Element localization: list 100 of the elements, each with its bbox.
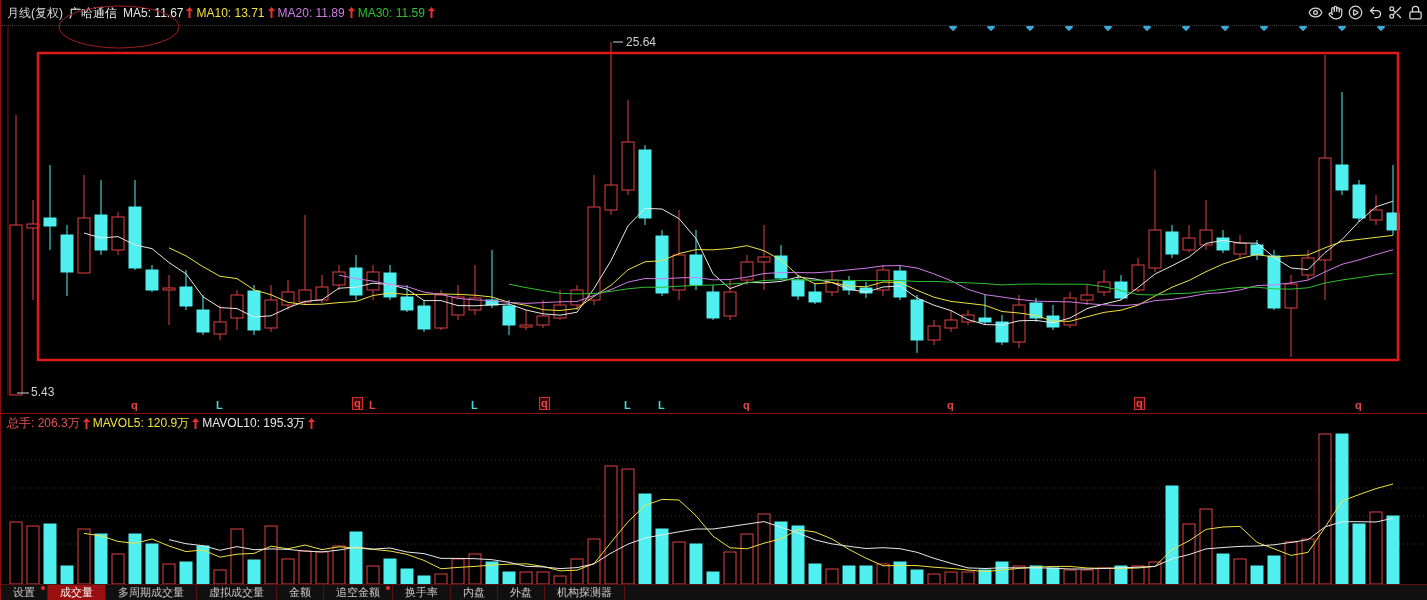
- candlestick: [366, 264, 380, 301]
- candlestick: [995, 314, 1009, 346]
- leader-line: [16, 392, 30, 394]
- candlestick: [179, 269, 193, 311]
- candlestick: [740, 254, 754, 286]
- diamond-marker: [1103, 26, 1113, 32]
- candlestick: [808, 282, 822, 305]
- candlestick: [519, 309, 533, 331]
- candlestick: [944, 309, 958, 333]
- low-price-label: 5.43: [31, 385, 55, 396]
- volume-value: 总手: 206.3万: [7, 415, 80, 432]
- candlestick: [468, 264, 482, 316]
- diamond-marker: [948, 26, 958, 32]
- candlestick: [1301, 249, 1315, 281]
- candlestick: [111, 211, 125, 256]
- moving-average-value: MA5: 11.67: [123, 4, 184, 22]
- signal-mark: L: [624, 398, 631, 413]
- candlestick: [1216, 229, 1230, 254]
- candlestick: [315, 274, 329, 304]
- indicator-tab[interactable]: 外盘: [498, 585, 545, 600]
- candlestick: [162, 274, 176, 326]
- lock-icon[interactable]: [1408, 5, 1423, 20]
- candlestick: [400, 284, 414, 313]
- candlestick: [230, 289, 244, 331]
- candlestick: [1369, 194, 1383, 226]
- stock-name: 广哈通信: [69, 4, 117, 22]
- moving-average-value: MA10: 13.71: [196, 4, 265, 22]
- indicator-tab[interactable]: 成交量: [48, 585, 106, 600]
- diamond-marker: [1259, 26, 1269, 32]
- candlestick: [383, 264, 397, 301]
- indicator-tab[interactable]: 金额: [277, 585, 324, 600]
- candlestick: [1063, 291, 1077, 329]
- candlestick: [1199, 199, 1213, 251]
- diamond-marker: [1025, 26, 1035, 32]
- signal-mark: L: [216, 398, 223, 413]
- high-price-label: 25.64: [626, 35, 657, 49]
- candlestick: [842, 275, 856, 296]
- signal-mark: L: [658, 398, 665, 413]
- candlestick: [1165, 224, 1179, 259]
- candlestick: [978, 294, 992, 326]
- diamond-marker: [1337, 26, 1347, 32]
- signal-mark: q: [539, 397, 550, 410]
- signal-mark: q: [1134, 397, 1145, 410]
- candlestick: [961, 309, 975, 326]
- hand-icon[interactable]: [1328, 5, 1343, 20]
- candlestick: [332, 264, 346, 291]
- candlestick: [247, 284, 261, 336]
- candlestick: [1131, 257, 1145, 293]
- candlestick: [1386, 164, 1400, 236]
- candlestick: [502, 299, 516, 336]
- indicator-tab[interactable]: 换手率: [393, 585, 451, 600]
- candlestick: [825, 269, 839, 297]
- signal-mark: q: [352, 397, 363, 410]
- candlestick: [1097, 269, 1111, 297]
- candlestick: [1012, 294, 1026, 349]
- volume-value: MAVOL5: 120.9万: [92, 415, 190, 432]
- moving-average-value: MA20: 11.89: [277, 4, 345, 22]
- eye-icon[interactable]: [1308, 5, 1323, 20]
- candlestick: [553, 289, 567, 321]
- diamond-marker: [1298, 26, 1308, 32]
- candlestick: [689, 229, 703, 291]
- candlestick: [706, 284, 720, 321]
- candlestick: [451, 284, 465, 321]
- candlestick: [349, 254, 363, 301]
- indicator-tab[interactable]: 虚拟成交量: [197, 585, 277, 600]
- diamond-marker: [986, 26, 996, 32]
- candlestick: [893, 264, 907, 301]
- candlestick: [417, 299, 431, 333]
- candlestick: [723, 279, 737, 321]
- candlestick: [1029, 297, 1043, 323]
- play-icon[interactable]: [1348, 5, 1363, 20]
- candlestick: [485, 249, 499, 309]
- signal-mark: L: [369, 398, 376, 413]
- indicator-tab[interactable]: 追空金额: [324, 585, 393, 600]
- candlestick: [1080, 284, 1094, 306]
- indicator-tab[interactable]: 多周期成交量: [106, 585, 197, 600]
- diamond-marker: [1064, 26, 1074, 32]
- indicator-tab[interactable]: 内盘: [451, 585, 498, 600]
- undo-icon[interactable]: [1368, 5, 1383, 20]
- diamond-marker: [1376, 26, 1386, 32]
- moving-average-value: MA30: 11.59: [357, 4, 425, 22]
- candlestick: [1352, 179, 1366, 223]
- candlestick: [757, 224, 771, 291]
- candlestick: [196, 294, 210, 336]
- signal-mark: q: [1355, 398, 1362, 413]
- signal-mark: q: [743, 398, 750, 413]
- candlestick: [434, 289, 448, 331]
- scissors-icon[interactable]: [1388, 5, 1403, 20]
- candlestick: [213, 304, 227, 341]
- candlestick: [281, 279, 295, 311]
- candlestick: [774, 244, 788, 281]
- candlestick: [859, 281, 873, 299]
- candlestick: [1233, 234, 1247, 259]
- candlestick: [1182, 224, 1196, 253]
- candlestick: [145, 264, 159, 293]
- candlestick: [927, 319, 941, 346]
- diamond-marker: [1220, 26, 1230, 32]
- indicator-tab[interactable]: 机构探测器: [545, 585, 625, 600]
- diamond-marker: [1142, 26, 1152, 32]
- candlestick: [910, 294, 924, 354]
